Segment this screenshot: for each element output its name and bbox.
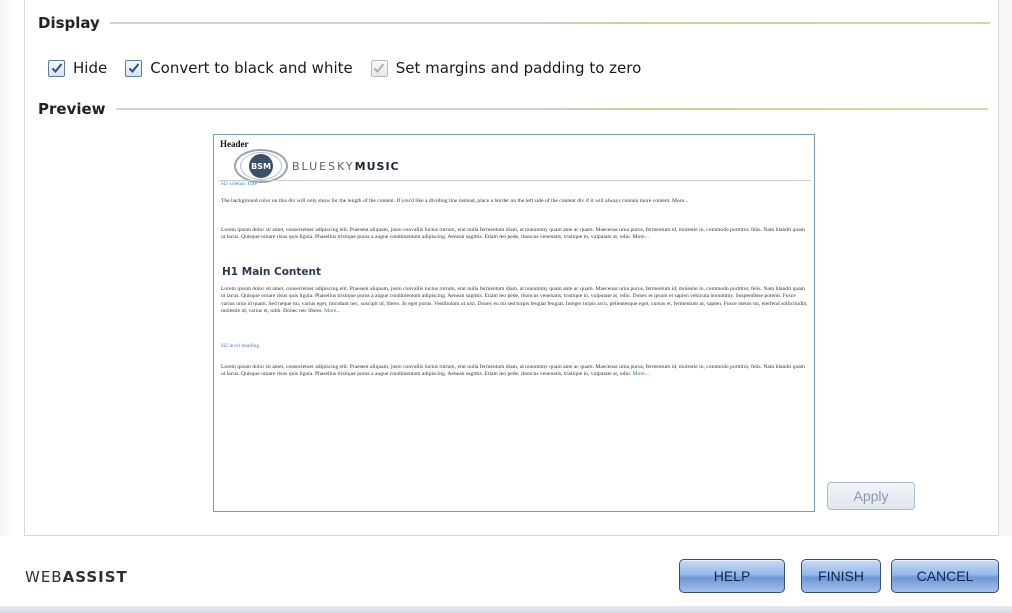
brand-light: WEB (25, 568, 63, 586)
preview-sidebar-title: H2 sidebar Title (221, 181, 258, 187)
preview-paragraph: Lorem ipsum dolor sit amet, consectetuer… (221, 364, 810, 379)
webassist-logo: WEBASSIST (25, 568, 128, 586)
brand-bold: ASSIST (62, 568, 128, 586)
preview-main-heading: H1 Main Content (222, 266, 322, 278)
logo-text-bold: MUSIC (354, 159, 400, 173)
logo-circle-icon: BSM (234, 149, 288, 183)
preview-paragraph: Lorem ipsum dolor sit amet, consectetuer… (221, 227, 810, 242)
preview-more-link[interactable]: More... (633, 234, 649, 240)
logo-text-light: BLUESKY (292, 159, 355, 173)
display-section-title: Display (38, 14, 100, 32)
preview-paragraph-body: Lorem ipsum dolor sit amet, consectetuer… (221, 227, 806, 241)
footer-bottom-strip (0, 606, 1012, 613)
checkbox-checked-icon[interactable] (125, 59, 143, 77)
section-divider (109, 22, 990, 24)
preview-section-title: Preview (38, 100, 106, 118)
preview-frame[interactable]: Header BSM BLUESKYMUSIC H2 sidebar Title… (213, 134, 815, 512)
right-gutter (998, 0, 1012, 536)
logo-mark: BSM (249, 154, 273, 178)
bluesky-music-logo: BSM BLUESKYMUSIC (234, 149, 400, 183)
cancel-button[interactable]: CANCEL (891, 559, 999, 593)
preview-paragraph-body: Lorem ipsum dolor sit amet, consectetuer… (221, 286, 808, 315)
preview-header-label: Header (220, 139, 249, 149)
preview-paragraph-body: Lorem ipsum dolor sit amet, consectetuer… (221, 364, 806, 378)
finish-button[interactable]: FINISH (801, 559, 881, 593)
preview-paragraph: Lorem ipsum dolor sit amet, consectetuer… (221, 286, 810, 316)
preview-sidebar-text-body: The background color on this div will on… (221, 198, 671, 204)
display-section-header: Display (38, 14, 994, 32)
preview-more-link[interactable]: More... (633, 371, 649, 377)
preview-more-link[interactable]: More... (324, 308, 340, 314)
preview-sidebar-text: The background color on this div will on… (221, 198, 810, 205)
checkbox-checked-icon[interactable] (48, 59, 65, 77)
hide-checkbox-label: Hide (73, 59, 108, 77)
left-gutter (0, 0, 25, 536)
zero-margins-label: Set margins and padding to zero (395, 59, 642, 77)
display-options: Hide Convert to black and white Set marg… (48, 59, 659, 77)
preview-header-divider (218, 180, 810, 181)
preview-more-link[interactable]: More... (672, 198, 688, 204)
preview-section-header: Preview (38, 100, 994, 118)
convert-black-white-checkbox[interactable]: Convert to black and white (125, 59, 353, 77)
zero-margins-checkbox[interactable]: Set margins and padding to zero (370, 59, 642, 77)
hide-checkbox[interactable]: Hide (48, 59, 107, 77)
preview-sub-heading: H2 level heading (221, 343, 260, 349)
checkbox-checked-disabled-icon[interactable] (370, 59, 388, 77)
help-button[interactable]: HELP (679, 559, 785, 593)
convert-black-white-label: Convert to black and white (150, 59, 353, 77)
apply-button[interactable]: Apply (827, 482, 915, 510)
logo-text: BLUESKYMUSIC (292, 160, 400, 173)
section-divider (115, 108, 988, 110)
